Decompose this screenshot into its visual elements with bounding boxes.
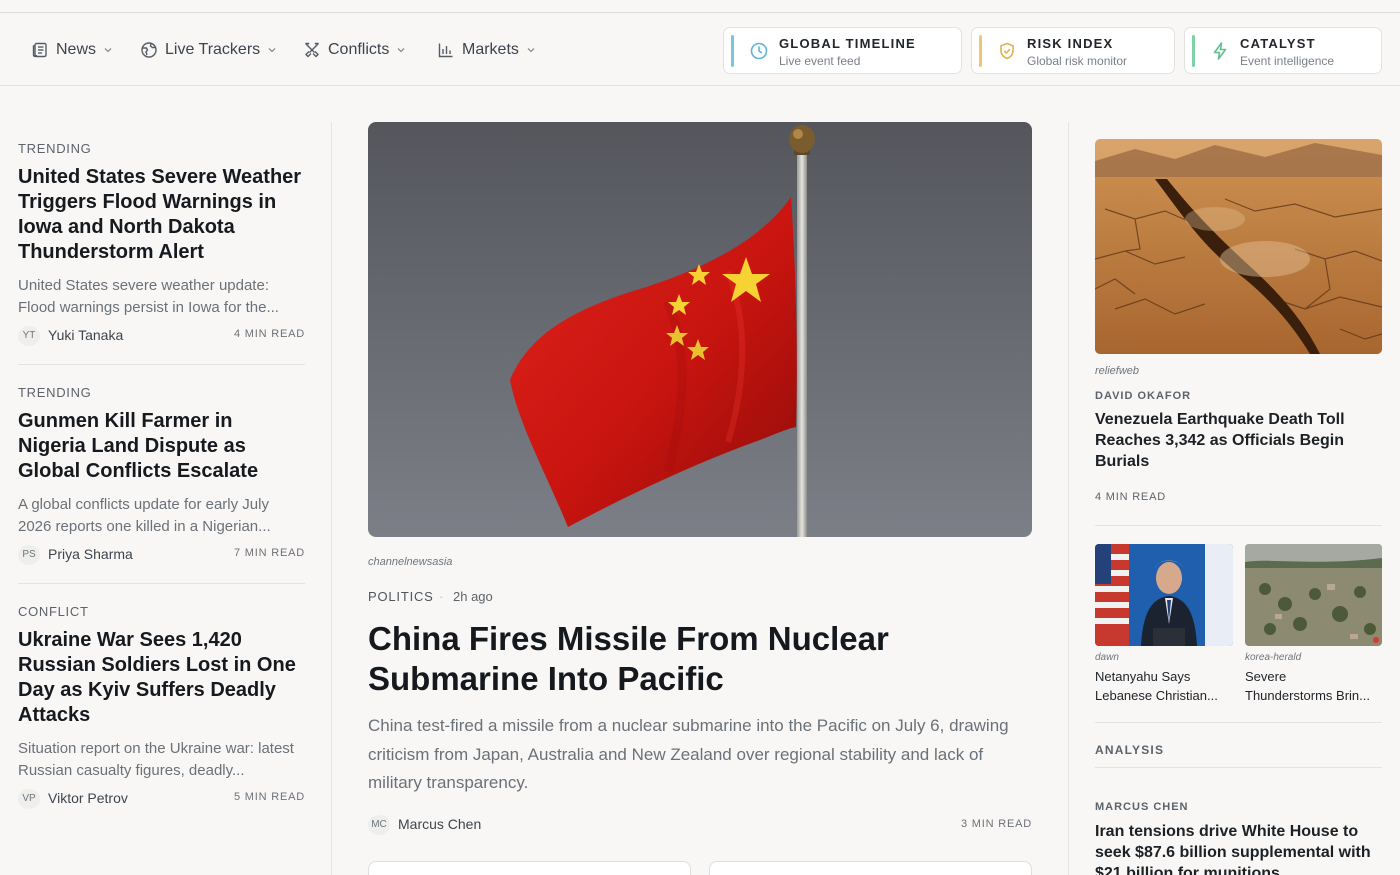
article-title[interactable]: Ukraine War Sees 1,420 Russian Soldiers … (18, 628, 305, 728)
author-name[interactable]: Viktor Petrov (48, 790, 128, 806)
analysis-title[interactable]: Iran tensions drive White House to seek … (1095, 821, 1375, 875)
nav-markets[interactable]: Markets (437, 37, 536, 63)
related-card[interactable] (709, 861, 1032, 875)
avatar: PS (18, 545, 40, 565)
image-source: channelnewsasia (368, 556, 453, 568)
article-title[interactable]: United States Severe Weather Triggers Fl… (18, 165, 305, 265)
mini-title[interactable]: Netanyahu Says Lebanese Christian... (1095, 667, 1233, 705)
chevron-down-icon (396, 45, 406, 55)
read-time: 3 MIN READ (961, 818, 1032, 830)
mini-image-press-conference[interactable] (1095, 544, 1233, 646)
card-subtitle: Event intelligence (1240, 54, 1335, 68)
article-title[interactable]: Gunmen Kill Farmer in Nigeria Land Dispu… (18, 409, 305, 484)
crossed-swords-icon (303, 41, 321, 59)
global-timeline-card[interactable]: GLOBAL TIMELINE Live event feed (723, 27, 962, 74)
mini-article[interactable]: dawn Netanyahu Says Lebanese Christian..… (1095, 544, 1233, 705)
bar-chart-icon (437, 41, 455, 59)
read-time: 4 MIN READ (1095, 491, 1166, 503)
shield-icon (997, 41, 1017, 61)
card-accent-bar (979, 35, 982, 67)
article-divider (1095, 722, 1382, 723)
card-title: CATALYST (1240, 36, 1316, 51)
nav-live-trackers[interactable]: Live Trackers (140, 37, 277, 63)
read-time: 4 MIN READ (234, 328, 305, 340)
nav-conflicts-label: Conflicts (328, 41, 390, 58)
avatar: MC (368, 815, 390, 835)
card-subtitle: Live event feed (779, 54, 861, 68)
author-name[interactable]: DAVID OKAFOR (1095, 390, 1191, 402)
author-name[interactable]: Priya Sharma (48, 546, 133, 562)
avatar: VP (18, 789, 40, 809)
article-summary: United States severe weather update: Flo… (18, 277, 279, 316)
mini-title[interactable]: Severe Thunderstorms Brin... (1245, 667, 1382, 705)
hero-category[interactable]: POLITICS (368, 589, 434, 604)
nav-news[interactable]: News (31, 37, 113, 63)
feature-image-earthquake[interactable] (1095, 139, 1382, 354)
article-divider (18, 583, 305, 584)
article-category: TRENDING (18, 385, 92, 400)
catalyst-card[interactable]: CATALYST Event intelligence (1184, 27, 1382, 74)
image-source: dawn (1095, 652, 1119, 663)
read-time: 5 MIN READ (234, 791, 305, 803)
article-meta: PS Priya Sharma 7 MIN READ (18, 544, 305, 566)
article-summary: Situation report on the Ukraine war: lat… (18, 740, 294, 779)
article-category: CONFLICT (18, 604, 89, 619)
article-meta: YT Yuki Tanaka 4 MIN READ (18, 325, 305, 347)
hero-timestamp: 2h ago (453, 589, 493, 604)
chevron-down-icon (103, 45, 113, 55)
hero-image-flag[interactable] (368, 122, 1032, 537)
mini-image-flood[interactable] (1245, 544, 1382, 646)
author-name[interactable]: Yuki Tanaka (48, 327, 123, 343)
chevron-down-icon (267, 45, 277, 55)
trending-article[interactable]: TRENDING Gunmen Kill Farmer in Nigeria L… (18, 385, 305, 566)
mini-article[interactable]: korea-herald Severe Thunderstorms Brin..… (1245, 544, 1382, 705)
card-subtitle: Global risk monitor (1027, 54, 1128, 68)
nav-news-label: News (56, 41, 97, 58)
conflict-article[interactable]: CONFLICT Ukraine War Sees 1,420 Russian … (18, 604, 305, 810)
newspaper-icon (31, 41, 49, 59)
author-name[interactable]: MARCUS CHEN (1095, 801, 1189, 813)
avatar: YT (18, 326, 40, 346)
lightning-icon (1210, 41, 1230, 61)
chevron-down-icon (526, 45, 536, 55)
analysis-divider (1095, 767, 1382, 768)
risk-index-card[interactable]: RISK INDEX Global risk monitor (971, 27, 1175, 74)
article-category: TRENDING (18, 141, 92, 156)
card-accent-bar (731, 35, 734, 67)
nav-markets-label: Markets (462, 41, 519, 58)
read-time: 7 MIN READ (234, 547, 305, 559)
card-title: RISK INDEX (1027, 36, 1114, 51)
article-summary: A global conflicts update for early July… (18, 496, 271, 535)
clock-icon (749, 41, 769, 61)
column-divider-right (1068, 122, 1069, 875)
card-accent-bar (1192, 35, 1195, 67)
top-navbar: News Live Trackers Conflicts Markets GLO… (0, 13, 1400, 86)
globe-icon (140, 41, 158, 59)
image-source: reliefweb (1095, 365, 1140, 377)
hero-title[interactable]: China Fires Missile From Nuclear Submari… (368, 619, 988, 699)
separator-dot: · (439, 589, 444, 604)
column-divider-left (331, 122, 332, 875)
trending-article[interactable]: TRENDING United States Severe Weather Tr… (18, 141, 305, 347)
related-card[interactable] (368, 861, 691, 875)
author-name[interactable]: Marcus Chen (398, 816, 481, 832)
article-divider (18, 364, 305, 365)
hero-summary: China test-fired a missile from a nuclea… (368, 716, 1009, 792)
image-source: korea-herald (1245, 652, 1302, 663)
mini-title-line: Lebanese Christian... (1095, 688, 1218, 703)
nav-live-trackers-label: Live Trackers (165, 41, 261, 58)
mini-title-line: Thunderstorms Brin... (1245, 688, 1370, 703)
analysis-heading: ANALYSIS (1095, 743, 1165, 757)
card-title: GLOBAL TIMELINE (779, 36, 916, 51)
article-meta: VP Viktor Petrov 5 MIN READ (18, 788, 305, 810)
feature-title[interactable]: Venezuela Earthquake Death Toll Reaches … (1095, 409, 1365, 472)
nav-conflicts[interactable]: Conflicts (303, 37, 406, 63)
article-divider (1095, 525, 1382, 526)
mini-title-line: Severe (1245, 669, 1287, 684)
mini-title-line: Netanyahu Says (1095, 669, 1191, 684)
